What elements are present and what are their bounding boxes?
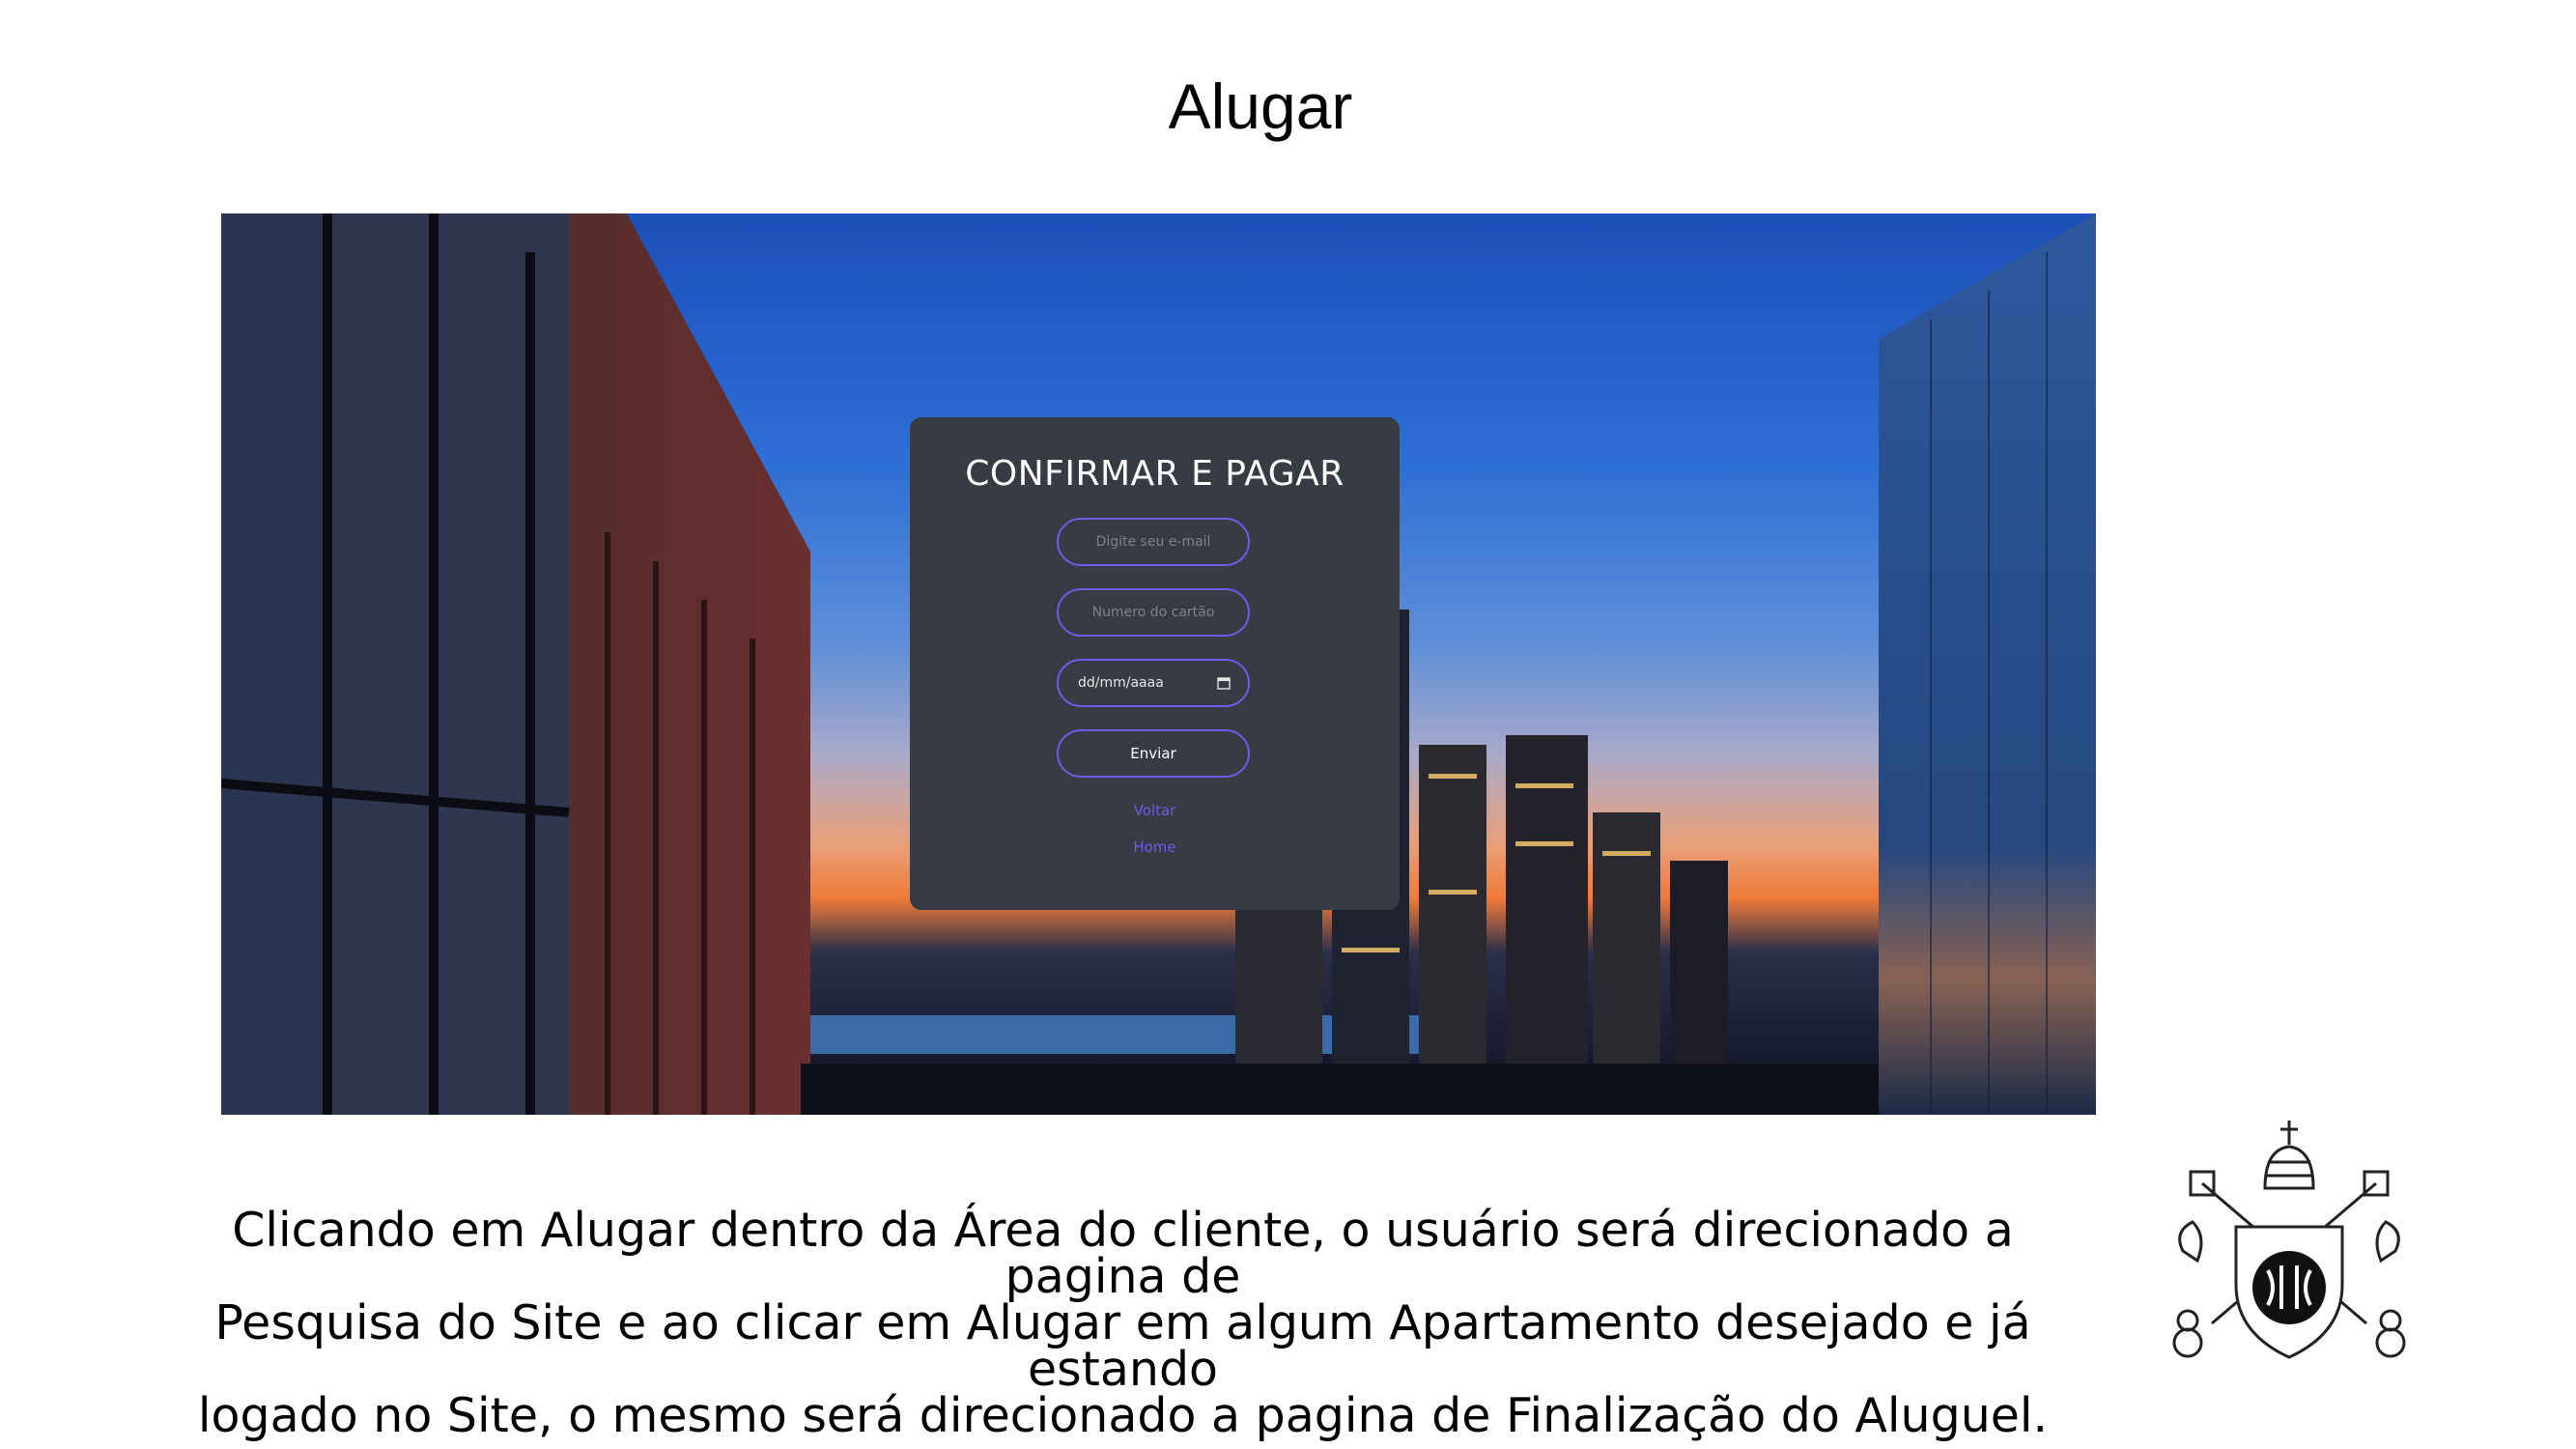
date-placeholder: dd/mm/aaaa [1078, 675, 1164, 691]
home-link[interactable]: Home [910, 838, 1400, 856]
payment-modal: CONFIRMAR E PAGAR dd/mm/aaaa Enviar Volt… [910, 417, 1400, 910]
pucpr-crest-icon [2172, 1121, 2406, 1359]
submit-button[interactable]: Enviar [1057, 729, 1250, 778]
app-screenshot: CONFIRMAR E PAGAR dd/mm/aaaa Enviar Volt… [221, 213, 2096, 1115]
caption-line: logado no Site, o mesmo será direcionado… [197, 1388, 2049, 1443]
calendar-icon[interactable] [1217, 676, 1231, 690]
email-input[interactable] [1057, 518, 1250, 566]
modal-title: CONFIRMAR E PAGAR [965, 454, 1345, 494]
slide-title: Alugar [1168, 71, 1353, 142]
caption-line: Pesquisa do Site e ao clicar em Alugar e… [214, 1295, 2031, 1397]
slide-caption: Clicando em Alugar dentro da Área do cli… [155, 1203, 2091, 1443]
back-link[interactable]: Voltar [910, 802, 1400, 819]
date-input[interactable]: dd/mm/aaaa [1057, 659, 1250, 707]
card-number-input[interactable] [1057, 588, 1250, 637]
caption-line: Clicando em Alugar dentro da Área do cli… [232, 1203, 2014, 1304]
